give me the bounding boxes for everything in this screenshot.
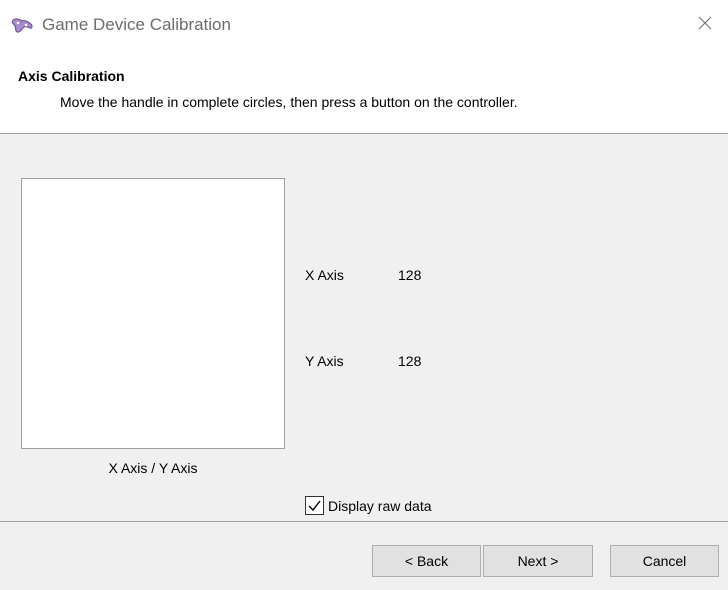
cancel-button[interactable]: Cancel bbox=[610, 545, 719, 577]
window-title: Game Device Calibration bbox=[42, 15, 231, 34]
page-title: Axis Calibration bbox=[18, 68, 125, 84]
calibration-panel: X Axis / Y Axis X Axis 128 Y Axis 128 Di… bbox=[0, 135, 728, 521]
back-button[interactable]: < Back bbox=[372, 545, 481, 577]
checkmark-icon bbox=[308, 500, 321, 512]
y-axis-label: Y Axis bbox=[305, 353, 344, 369]
axis-plot-area bbox=[21, 178, 285, 449]
display-raw-data-checkbox[interactable]: Display raw data bbox=[305, 496, 432, 515]
close-button[interactable] bbox=[682, 0, 728, 46]
checkbox-box[interactable] bbox=[305, 496, 324, 515]
wizard-header: Axis Calibration Move the handle in comp… bbox=[0, 54, 728, 134]
gamepad-icon bbox=[10, 14, 34, 38]
x-axis-value: 128 bbox=[398, 267, 422, 283]
wizard-footer: < Back Next > Cancel bbox=[0, 522, 728, 590]
axis-plot-label: X Axis / Y Axis bbox=[108, 460, 198, 476]
next-button[interactable]: Next > bbox=[483, 545, 593, 577]
y-axis-value: 128 bbox=[398, 353, 422, 369]
display-raw-data-label: Display raw data bbox=[328, 497, 432, 514]
close-icon bbox=[698, 16, 712, 30]
x-axis-label: X Axis bbox=[305, 267, 344, 283]
title-bar: Game Device Calibration bbox=[0, 0, 728, 54]
page-instructions: Move the handle in complete circles, the… bbox=[60, 94, 518, 110]
